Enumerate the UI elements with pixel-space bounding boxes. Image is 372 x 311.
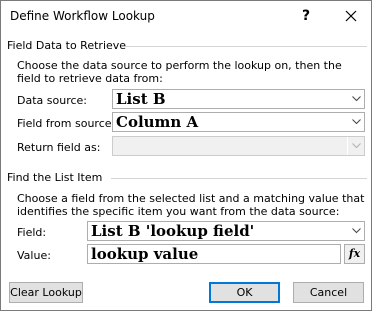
value-text: lookup value — [91, 245, 199, 263]
close-button[interactable] — [336, 5, 366, 27]
define-workflow-lookup-dialog: Define Workflow Lookup ? Field Data to R… — [0, 0, 372, 311]
help-button[interactable]: ? — [291, 5, 321, 27]
chevron-down-icon[interactable] — [347, 113, 364, 131]
dialog-title: Define Workflow Lookup — [10, 9, 155, 23]
data-source-label: Data source: — [17, 94, 87, 107]
formula-builder-button[interactable]: fx — [344, 244, 365, 264]
data-source-value: List B — [116, 90, 166, 108]
group-divider — [125, 46, 367, 47]
chevron-down-icon[interactable] — [347, 137, 364, 155]
field-data-group-label: Field Data to Retrieve — [7, 39, 127, 52]
ok-button[interactable]: OK — [209, 282, 280, 303]
return-field-dropdown[interactable] — [112, 136, 365, 156]
title-bar: Define Workflow Lookup ? — [1, 1, 371, 31]
cancel-button[interactable]: Cancel — [293, 282, 364, 303]
field-label: Field: — [17, 226, 47, 239]
close-icon — [345, 10, 357, 22]
field-from-source-value: Column A — [116, 113, 199, 131]
field-from-source-dropdown[interactable]: Column A — [112, 112, 365, 132]
find-item-group-label: Find the List Item — [7, 171, 103, 184]
group-divider — [111, 178, 367, 179]
data-source-dropdown[interactable]: List B — [112, 89, 365, 109]
field-dropdown[interactable]: List B 'lookup field' — [87, 221, 365, 241]
field-value: List B 'lookup field' — [91, 222, 255, 240]
find-item-description: Choose a field from the selected list an… — [17, 192, 365, 218]
field-data-description: Choose the data source to perform the lo… — [17, 59, 342, 85]
clear-lookup-button[interactable]: Clear Lookup — [9, 282, 83, 303]
return-field-label: Return field as: — [17, 141, 101, 154]
field-from-source-label: Field from source: — [17, 117, 116, 130]
value-input[interactable]: lookup value — [87, 244, 341, 264]
value-label: Value: — [17, 249, 51, 262]
chevron-down-icon[interactable] — [347, 222, 364, 240]
chevron-down-icon[interactable] — [347, 90, 364, 108]
